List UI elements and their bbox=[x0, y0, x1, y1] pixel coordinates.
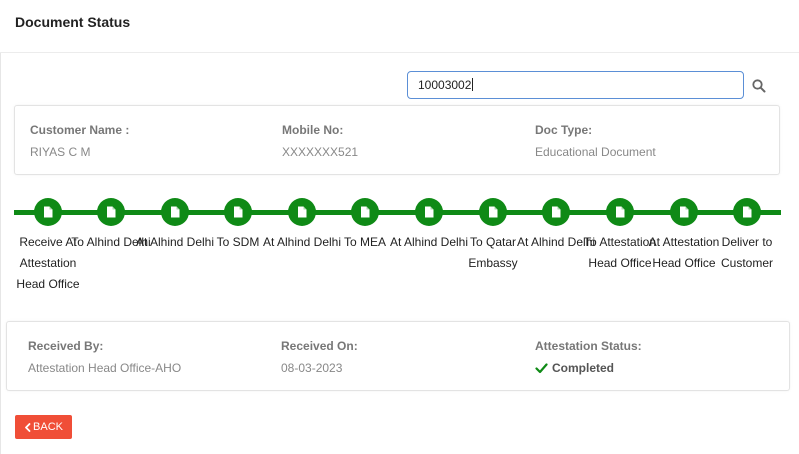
customer-info-card: Customer Name : RIYAS C M Mobile No: XXX… bbox=[14, 105, 780, 175]
step-marker[interactable] bbox=[288, 198, 316, 226]
document-icon bbox=[616, 206, 625, 218]
search-icon[interactable] bbox=[751, 78, 767, 94]
step-marker[interactable] bbox=[34, 198, 62, 226]
document-icon bbox=[680, 206, 689, 218]
search-input[interactable]: 10003002 bbox=[407, 71, 744, 99]
document-icon bbox=[743, 206, 752, 218]
step-marker[interactable] bbox=[542, 198, 570, 226]
page-header: Document Status bbox=[0, 0, 799, 53]
document-icon bbox=[234, 206, 243, 218]
customer-name-value: RIYAS C M bbox=[30, 145, 91, 159]
received-on-value: 08-03-2023 bbox=[281, 361, 343, 375]
attestation-status-field: Attestation Status: Completed bbox=[535, 339, 642, 375]
page-title: Document Status bbox=[15, 14, 131, 30]
page-edge bbox=[0, 0, 1, 454]
received-info-card: Received By: Attestation Head Office-AHO… bbox=[6, 321, 790, 391]
document-icon bbox=[425, 206, 434, 218]
step-marker[interactable] bbox=[415, 198, 443, 226]
attestation-status-label: Attestation Status: bbox=[535, 339, 642, 353]
document-icon bbox=[552, 206, 561, 218]
doc-type-label: Doc Type: bbox=[535, 123, 593, 137]
received-by-label: Received By: bbox=[28, 339, 104, 353]
document-icon bbox=[44, 206, 53, 218]
customer-name-field: Customer Name : RIYAS C M bbox=[30, 123, 129, 159]
step-marker[interactable] bbox=[733, 198, 761, 226]
attestation-status-text: Completed bbox=[552, 361, 615, 375]
step-marker[interactable] bbox=[224, 198, 252, 226]
step-marker[interactable] bbox=[97, 198, 125, 226]
document-icon bbox=[489, 206, 498, 218]
doc-type-field: Doc Type: Educational Document bbox=[535, 123, 656, 159]
step-marker[interactable] bbox=[351, 198, 379, 226]
document-icon bbox=[171, 206, 180, 218]
step-label: Deliver to Customer bbox=[720, 235, 773, 270]
doc-type-value: Educational Document bbox=[535, 145, 656, 159]
progress-track-line bbox=[14, 210, 781, 215]
mobile-field: Mobile No: XXXXXXX521 bbox=[282, 123, 358, 159]
document-icon bbox=[107, 206, 116, 218]
customer-name-label: Customer Name : bbox=[30, 123, 130, 137]
mobile-label: Mobile No: bbox=[282, 123, 344, 137]
check-icon bbox=[535, 362, 548, 373]
mobile-value: XXXXXXX521 bbox=[282, 145, 359, 159]
text-caret bbox=[472, 78, 474, 91]
received-on-label: Received On: bbox=[281, 339, 358, 353]
step-marker[interactable] bbox=[479, 198, 507, 226]
step-marker[interactable] bbox=[161, 198, 189, 226]
back-button[interactable]: BACK bbox=[15, 415, 72, 439]
document-icon bbox=[361, 206, 370, 218]
received-on-field: Received On: 08-03-2023 bbox=[281, 339, 358, 375]
chevron-left-icon bbox=[25, 422, 31, 432]
received-by-value: Attestation Head Office-AHO bbox=[28, 361, 182, 375]
step-marker[interactable] bbox=[606, 198, 634, 226]
received-by-field: Received By: Attestation Head Office-AHO bbox=[28, 339, 181, 375]
search-input-value: 10003002 bbox=[418, 78, 472, 92]
document-icon bbox=[298, 206, 307, 218]
attestation-status-value: Completed bbox=[535, 361, 642, 375]
step-marker[interactable] bbox=[670, 198, 698, 226]
back-button-label: BACK bbox=[33, 421, 63, 433]
